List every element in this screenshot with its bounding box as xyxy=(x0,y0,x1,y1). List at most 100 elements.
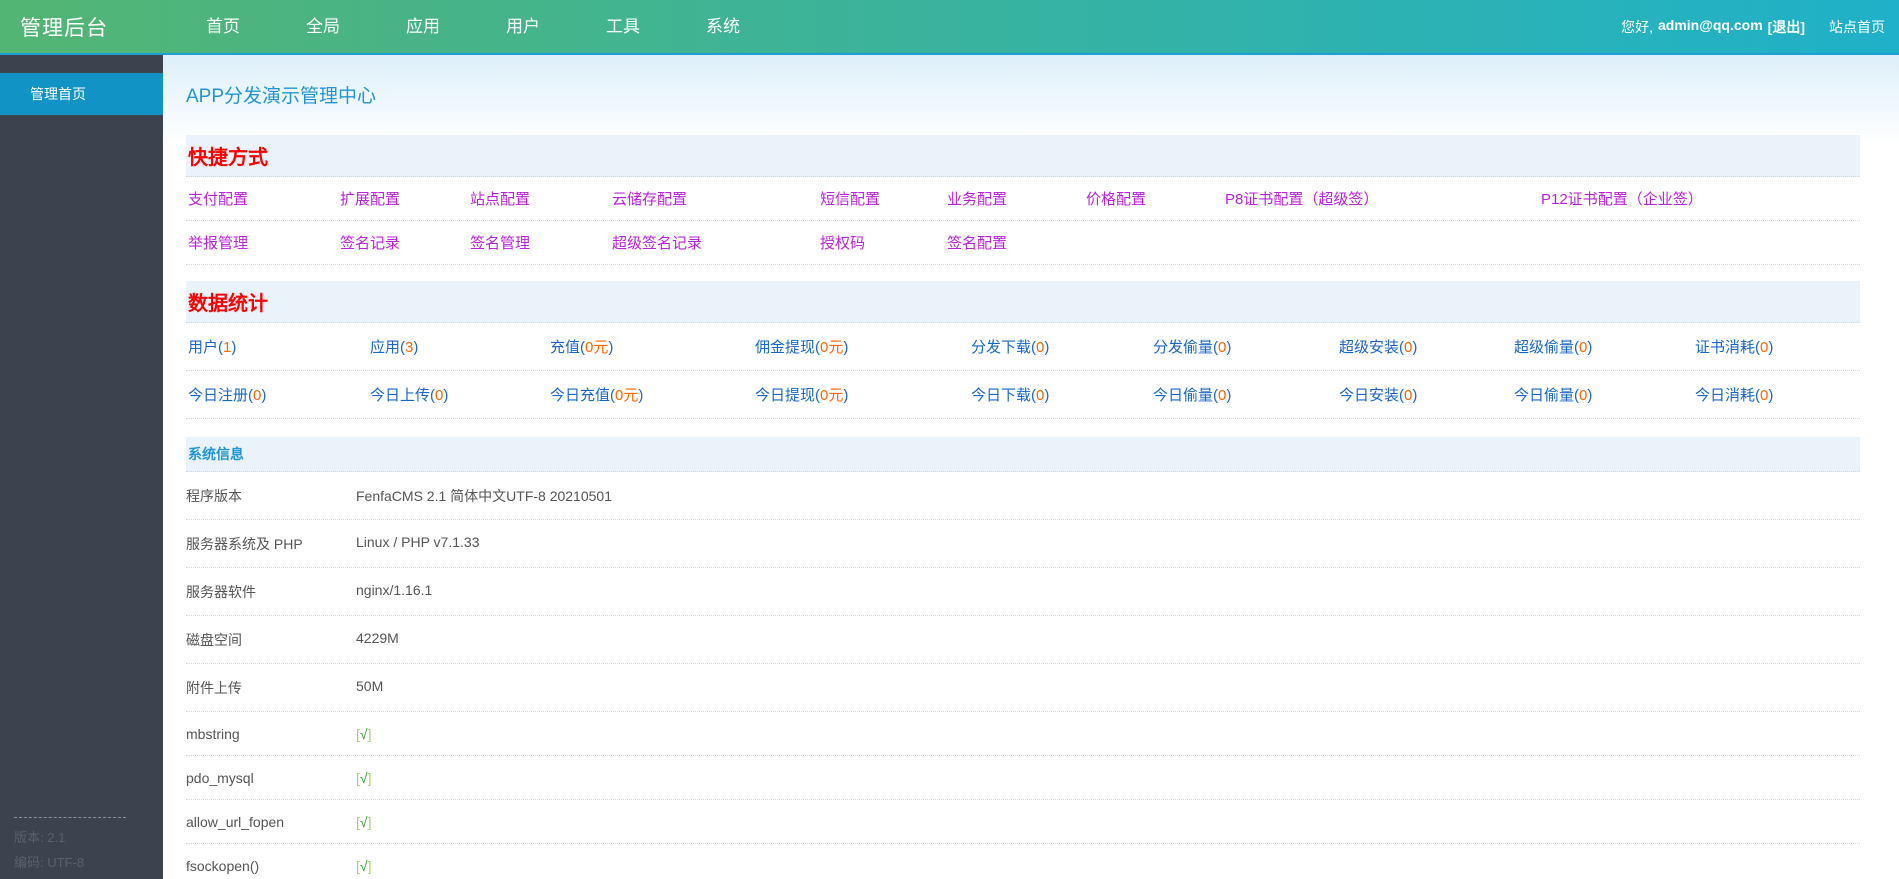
stat-label: 分发下载( xyxy=(971,339,1036,356)
stat-link[interactable]: 今日偷量(0) xyxy=(1512,371,1594,418)
shortcut-cell: 云储存配置 xyxy=(610,177,818,220)
stat-paren: ) xyxy=(1768,339,1774,356)
nav-link[interactable]: 全局 xyxy=(273,0,373,53)
stat-link[interactable]: 佣金提现(0元) xyxy=(753,323,850,370)
nav-link[interactable]: 首页 xyxy=(173,0,273,53)
stats-grid: 用户(1) 应用(3) 充值(0元) 佣金提现(0元) 分发下载(0) 分发偷量(0) 超级… xyxy=(186,323,1860,419)
stat-label: 今日安装( xyxy=(1339,387,1404,404)
user-email: admin@qq.com xyxy=(1658,16,1763,33)
nav-link[interactable]: 工具 xyxy=(573,0,673,53)
sysinfo-row: fsockopen() [√] xyxy=(186,844,1860,879)
sidebar: 管理首页 版本: 2.1 编码: UTF-8 xyxy=(0,55,163,879)
stat-value: 0元 xyxy=(585,339,609,356)
stat-paren: ) xyxy=(1587,339,1593,356)
stat-link[interactable]: 超级偷量(0) xyxy=(1512,323,1594,370)
version-label: 版本: 2.1 xyxy=(14,830,66,845)
stat-paren: ) xyxy=(413,339,419,356)
shortcut-link[interactable]: 授权码 xyxy=(818,221,867,264)
nav-item: 首页 xyxy=(173,0,273,53)
sysinfo-value: nginx/1.16.1 xyxy=(356,582,433,598)
shortcut-link[interactable]: 扩展配置 xyxy=(338,177,402,220)
bracket: ] xyxy=(367,858,372,874)
check-icon: √ xyxy=(359,858,368,874)
sysinfo-value: [√] xyxy=(356,844,371,879)
shortcut-cell xyxy=(1223,221,1539,264)
shortcut-row: 支付配置 扩展配置 站点配置 云储存配置 短信配置 业务配置 价格配置 P8证书配置（超级签）… xyxy=(186,177,1860,221)
shortcut-link[interactable]: 业务配置 xyxy=(945,177,1009,220)
shortcut-link[interactable]: 超级签名记录 xyxy=(610,221,704,264)
stat-paren: ) xyxy=(1587,387,1593,404)
greeting-prefix: 您好, xyxy=(1621,18,1653,35)
site-home-link[interactable]: 站点首页 xyxy=(1829,17,1885,37)
sysinfo-title: 系统信息 xyxy=(188,446,244,462)
shortcut-cell: 举报管理 xyxy=(186,221,338,264)
stat-link[interactable]: 今日下载(0) xyxy=(969,371,1051,418)
shortcut-row: 举报管理 签名记录 签名管理 超级签名记录 授权码 签名配置 xyxy=(186,221,1860,265)
main-nav: 首页 全局 应用 用户 工具 系统 xyxy=(163,0,773,53)
shortcuts-grid: 支付配置 扩展配置 站点配置 云储存配置 短信配置 业务配置 价格配置 P8证书配置（超级签）… xyxy=(186,177,1860,265)
section-sysinfo: 系统信息 程序版本 FenfaCMS 2.1 简体中文UTF-8 20210501… xyxy=(186,437,1860,879)
stat-paren: ) xyxy=(1226,387,1232,404)
stat-link[interactable]: 今日安装(0) xyxy=(1337,371,1419,418)
stat-link[interactable]: 证书消耗(0) xyxy=(1693,323,1775,370)
stat-link[interactable]: 分发偷量(0) xyxy=(1151,323,1233,370)
stat-link[interactable]: 用户(1) xyxy=(186,323,238,370)
stat-label: 证书消耗( xyxy=(1695,339,1760,356)
stat-link[interactable]: 超级安装(0) xyxy=(1337,323,1419,370)
nav-link[interactable]: 应用 xyxy=(373,0,473,53)
shortcut-cell: P8证书配置（超级签） xyxy=(1223,177,1539,220)
stat-label: 今日消耗( xyxy=(1695,387,1760,404)
shortcut-cell xyxy=(1539,221,1860,264)
shortcut-cell: 价格配置 xyxy=(1084,177,1223,220)
sysinfo-row: allow_url_fopen [√] xyxy=(186,800,1860,844)
stat-link[interactable]: 今日消耗(0) xyxy=(1693,371,1775,418)
shortcut-link[interactable]: 签名记录 xyxy=(338,221,402,264)
logout-link[interactable]: [退出] xyxy=(1768,17,1805,37)
stat-link[interactable]: 应用(3) xyxy=(368,323,420,370)
stat-link[interactable]: 今日注册(0) xyxy=(186,371,268,418)
stat-paren: ) xyxy=(608,339,614,356)
app-title: 管理后台 xyxy=(20,16,108,40)
stat-link[interactable]: 今日充值(0元) xyxy=(548,371,645,418)
stats-row: 今日注册(0) 今日上传(0) 今日充值(0元) 今日提现(0元) 今日下载(0) 今日偷… xyxy=(186,371,1860,419)
stat-paren: ) xyxy=(1412,339,1418,356)
shortcut-link[interactable]: P12证书配置（企业签） xyxy=(1539,177,1705,220)
shortcut-link[interactable]: 短信配置 xyxy=(818,177,882,220)
check-icon: √ xyxy=(359,726,368,742)
shortcuts-heading-band: 快捷方式 xyxy=(186,135,1860,177)
shortcut-link[interactable]: 举报管理 xyxy=(186,221,250,264)
nav-link[interactable]: 用户 xyxy=(473,0,573,53)
stat-label: 今日下载( xyxy=(971,387,1036,404)
shortcut-link[interactable]: 支付配置 xyxy=(186,177,250,220)
stat-link[interactable]: 今日偷量(0) xyxy=(1151,371,1233,418)
sidebar-item[interactable]: 管理首页 xyxy=(0,73,163,115)
shortcut-link[interactable]: 签名管理 xyxy=(468,221,532,264)
bracket: ] xyxy=(367,770,372,786)
sysinfo-value: 4229M xyxy=(356,630,399,646)
sysinfo-value: [√] xyxy=(356,800,371,843)
stat-link[interactable]: 分发下载(0) xyxy=(969,323,1051,370)
sysinfo-label: 程序版本 xyxy=(186,488,242,504)
stat-cell: 佣金提现(0元) xyxy=(753,323,969,370)
stat-paren: ) xyxy=(1226,339,1232,356)
shortcut-link[interactable]: 云储存配置 xyxy=(610,177,689,220)
nav-link[interactable]: 系统 xyxy=(673,0,773,53)
sysinfo-value: [√] xyxy=(356,756,371,799)
shortcut-link[interactable]: 价格配置 xyxy=(1084,177,1148,220)
stat-cell: 今日充值(0元) xyxy=(548,371,753,418)
nav-item: 全局 xyxy=(273,0,373,53)
stat-label: 应用( xyxy=(370,339,405,356)
stat-link[interactable]: 充值(0元) xyxy=(548,323,615,370)
sysinfo-label: 附件上传 xyxy=(186,680,242,696)
stat-value: 0元 xyxy=(615,387,639,404)
stat-paren: ) xyxy=(843,339,849,356)
shortcut-link[interactable]: 签名配置 xyxy=(945,221,1009,264)
sysinfo-row: pdo_mysql [√] xyxy=(186,756,1860,800)
stats-heading-band: 数据统计 xyxy=(186,281,1860,323)
shortcut-link[interactable]: P8证书配置（超级签） xyxy=(1223,177,1380,220)
stat-link[interactable]: 今日上传(0) xyxy=(368,371,450,418)
shortcut-link[interactable]: 站点配置 xyxy=(468,177,532,220)
sysinfo-row: mbstring [√] xyxy=(186,712,1860,756)
stat-link[interactable]: 今日提现(0元) xyxy=(753,371,850,418)
stat-cell: 今日偷量(0) xyxy=(1512,371,1693,418)
